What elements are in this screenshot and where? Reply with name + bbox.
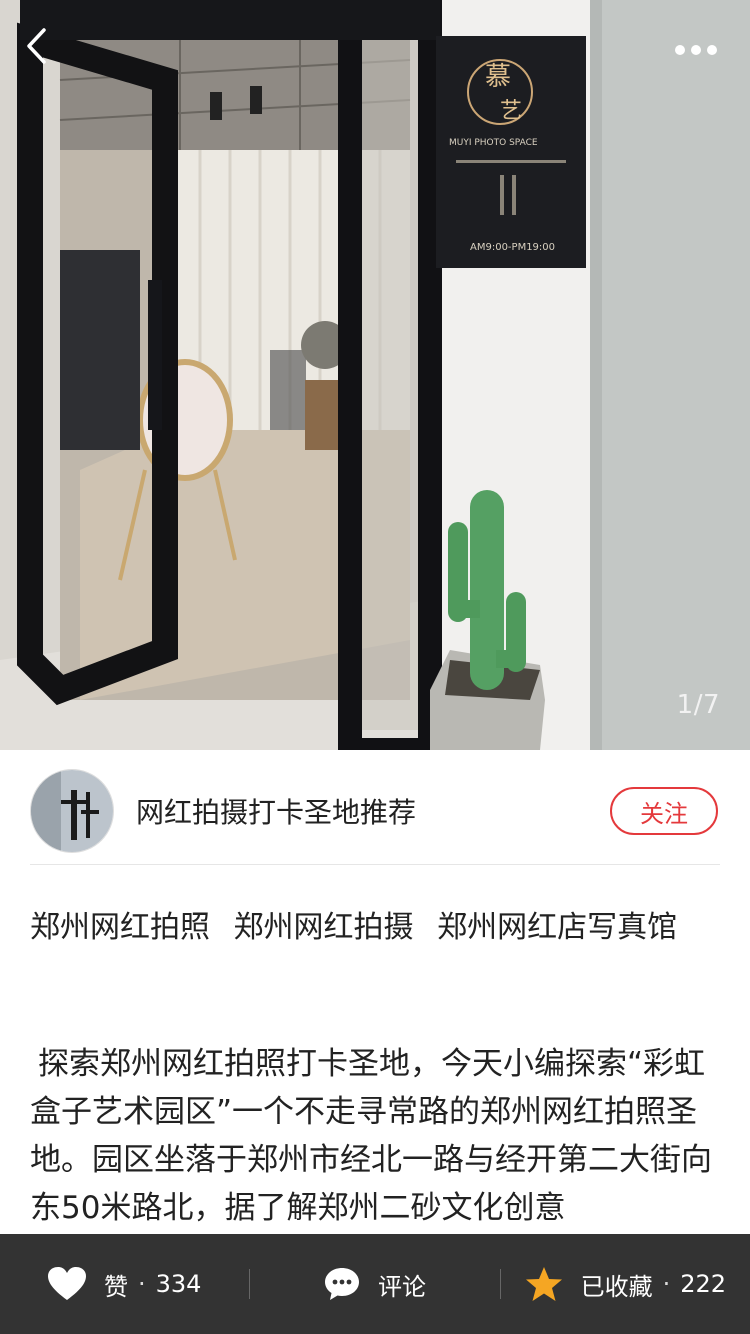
divider [30,864,720,865]
comment-label: 评论 [377,1272,426,1301]
tag-item[interactable]: 郑州网红拍摄 [234,910,414,945]
tag-list: 郑州网红拍照 郑州网红拍摄 郑州网红店写真馆 [30,906,730,950]
tag-item[interactable]: 郑州网红店写真馆 [437,910,677,945]
back-button[interactable] [24,26,68,74]
more-dot-icon [707,45,717,55]
svg-text:AM9:00-PM19:00: AM9:00-PM19:00 [470,242,555,253]
chevron-left-icon [27,28,46,64]
comment-icon [324,1268,359,1300]
author-row: 网红拍摄打卡圣地推荐 关注 [30,768,720,854]
bottom-action-bar: 赞 · 334 评论 已收藏 · 222 [0,1234,750,1334]
sign-brand-text: 慕 [485,62,511,92]
more-options-button[interactable] [666,30,726,70]
author-name[interactable]: 网红拍摄打卡圣地推荐 [136,791,610,831]
hero-photo-illustration: 慕 艺 MUYI PHOTO SPACE AM9:00-PM19:00 [0,0,750,750]
avatar[interactable] [30,769,114,853]
follow-button[interactable]: 关注 [610,787,718,835]
collect-count: 222 [680,1270,727,1298]
avatar-image [31,770,113,852]
like-button[interactable]: 赞 · 334 [0,1234,249,1334]
svg-text:艺: 艺 [500,99,522,124]
comment-button[interactable]: 评论 [250,1234,499,1334]
star-icon [525,1267,562,1301]
like-count: 334 [155,1270,202,1298]
more-dot-icon [691,45,701,55]
heart-icon [47,1267,86,1300]
hero-photo[interactable]: 慕 艺 MUYI PHOTO SPACE AM9:00-PM19:00 1/7 [0,0,750,750]
like-label: 赞 [103,1272,128,1301]
more-dot-icon [675,45,685,55]
svg-text:MUYI PHOTO SPACE: MUYI PHOTO SPACE [449,138,538,148]
separator-dot: · [137,1270,146,1298]
separator-dot: · [662,1270,671,1298]
tag-item[interactable]: 郑州网红拍照 [30,910,210,945]
collect-label: 已收藏 [580,1272,653,1301]
collect-button[interactable]: 已收藏 · 222 [501,1234,750,1334]
post-body-text: 探索郑州网红拍照打卡圣地，今天小编探索“彩虹盒子艺术园区”一个不走寻常路的郑州网… [30,1046,712,1226]
image-page-indicator: 1/7 [676,690,720,720]
